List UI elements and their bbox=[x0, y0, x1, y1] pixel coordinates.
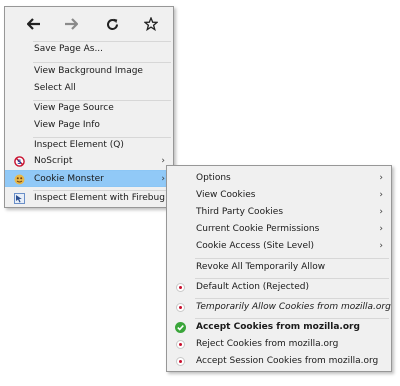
submenu-item-current-cookie-permissions[interactable]: Current Cookie Permissions › bbox=[167, 221, 391, 238]
cookie-monster-submenu: Options › View Cookies › Third Party Coo… bbox=[166, 165, 392, 372]
forward-button[interactable] bbox=[60, 14, 82, 34]
menu-item-inspect-with-firebug[interactable]: Inspect Element with Firebug bbox=[5, 190, 173, 207]
submenu-arrow: › bbox=[379, 241, 383, 251]
submenu-item-reject-cookies[interactable]: Reject Cookies from mozilla.org bbox=[167, 336, 391, 353]
check-mark-icon bbox=[177, 325, 184, 331]
reload-button[interactable] bbox=[101, 14, 123, 34]
submenu-arrow: › bbox=[379, 207, 383, 217]
menu-item-label: Inspect Element with Firebug bbox=[34, 193, 165, 203]
menu-item-label: Cookie Monster bbox=[34, 174, 104, 184]
menu-item-label: Inspect Element (Q) bbox=[34, 140, 124, 150]
menu-item-view-background-image[interactable]: View Background Image bbox=[5, 63, 173, 80]
svg-text:S: S bbox=[17, 159, 21, 166]
bookmark-button[interactable] bbox=[140, 14, 162, 34]
menu-item-label: NoScript bbox=[34, 156, 73, 166]
submenu-item-cookie-access-site-level[interactable]: Cookie Access (Site Level) › bbox=[167, 238, 391, 255]
menu-item-label: View Background Image bbox=[34, 66, 143, 76]
submenu-arrow: › bbox=[161, 156, 165, 166]
menu-item-label: Reject Cookies from mozilla.org bbox=[196, 339, 339, 349]
menu-item-noscript[interactable]: S NoScript › bbox=[5, 153, 173, 170]
menu-item-inspect-element[interactable]: Inspect Element (Q) bbox=[5, 137, 173, 154]
submenu-arrow: › bbox=[379, 173, 383, 183]
check-icon bbox=[175, 322, 186, 333]
menu-item-view-page-info[interactable]: View Page Info bbox=[5, 117, 173, 134]
menu-item-cookie-monster[interactable]: Cookie Monster › bbox=[5, 170, 173, 187]
submenu-item-options[interactable]: Options › bbox=[167, 170, 391, 187]
submenu-arrow: › bbox=[161, 174, 165, 184]
submenu-arrow: › bbox=[379, 224, 383, 234]
submenu-item-default-action[interactable]: Default Action (Rejected) bbox=[167, 279, 391, 296]
submenu-item-accept-session-cookies[interactable]: Accept Session Cookies from mozilla.org bbox=[167, 353, 391, 370]
forward-arrow-icon bbox=[65, 18, 78, 30]
menu-item-save-page-as[interactable]: Save Page As... bbox=[5, 41, 173, 58]
menu-item-label: Default Action (Rejected) bbox=[196, 282, 309, 292]
back-arrow-icon bbox=[27, 18, 40, 30]
radio-dot-icon bbox=[176, 357, 185, 366]
radio-dot-icon bbox=[176, 283, 185, 292]
submenu-item-view-cookies[interactable]: View Cookies › bbox=[167, 187, 391, 204]
menu-item-label: View Page Source bbox=[34, 103, 114, 113]
radio-dot-icon bbox=[176, 303, 185, 312]
back-button[interactable] bbox=[23, 14, 45, 34]
bookmark-star-icon bbox=[144, 17, 158, 31]
menu-item-label: Select All bbox=[34, 83, 76, 93]
submenu-arrow: › bbox=[379, 190, 383, 200]
menu-item-label: View Cookies bbox=[196, 190, 256, 200]
menu-item-label: Options bbox=[196, 173, 231, 183]
firebug-icon bbox=[14, 193, 25, 204]
menu-item-label: View Page Info bbox=[34, 120, 100, 130]
radio-dot-icon bbox=[176, 340, 185, 349]
menu-item-view-page-source[interactable]: View Page Source bbox=[5, 100, 173, 117]
context-menu: Save Page As... View Background Image Se… bbox=[4, 6, 174, 208]
submenu-item-revoke-all-temporarily-allow[interactable]: Revoke All Temporarily Allow bbox=[167, 259, 391, 276]
menu-item-label: Third Party Cookies bbox=[196, 207, 284, 217]
submenu-item-accept-cookies[interactable]: Accept Cookies from mozilla.org bbox=[167, 319, 391, 336]
reload-icon bbox=[106, 18, 118, 30]
cookie-monster-icon bbox=[14, 174, 25, 185]
menu-item-label: Cookie Access (Site Level) bbox=[196, 241, 314, 251]
menu-item-label: Revoke All Temporarily Allow bbox=[196, 262, 326, 272]
menu-item-label: Accept Cookies from mozilla.org bbox=[196, 322, 360, 332]
menu-item-label: Accept Session Cookies from mozilla.org bbox=[196, 356, 379, 366]
submenu-item-temporarily-allow[interactable]: Temporarily Allow Cookies from mozilla.o… bbox=[167, 299, 391, 316]
navigation-toolbar bbox=[5, 7, 173, 41]
submenu-item-third-party-cookies[interactable]: Third Party Cookies › bbox=[167, 204, 391, 221]
menu-item-label: Temporarily Allow Cookies from mozilla.o… bbox=[196, 302, 391, 312]
menu-item-label: Current Cookie Permissions bbox=[196, 224, 320, 234]
menu-item-select-all[interactable]: Select All bbox=[5, 80, 173, 97]
menu-item-label: Save Page As... bbox=[34, 44, 104, 54]
noscript-icon: S bbox=[14, 156, 25, 167]
